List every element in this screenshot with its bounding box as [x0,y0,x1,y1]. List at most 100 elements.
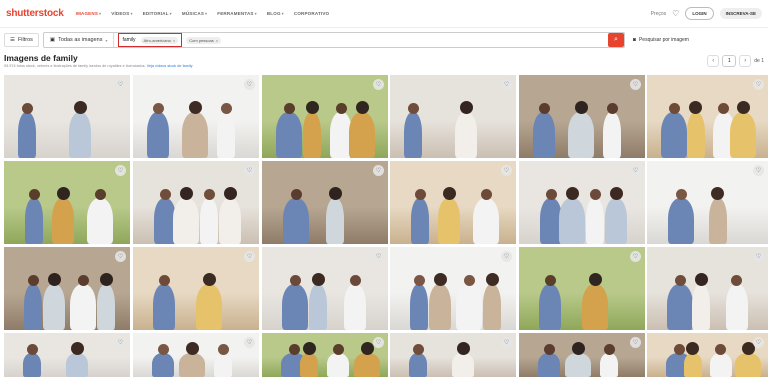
favorite-heart-icon[interactable]: ♡ [373,79,384,90]
image-result-tile[interactable]: ♡ [390,75,516,158]
chevron-right-icon: › [744,58,747,64]
favorite-heart-icon[interactable]: ♡ [753,251,764,262]
image-result-tile[interactable]: ♡ [519,333,645,377]
nav-blog-label: BLOG [266,11,281,16]
photo-figure [568,112,594,158]
image-result-tile[interactable]: ♡ [390,333,516,377]
favorite-heart-icon[interactable]: ♡ [244,251,255,262]
favorite-heart-icon[interactable]: ♡ [244,337,255,348]
nav-editorial[interactable]: EDITORIAL ▾ [143,11,172,16]
close-icon[interactable]: × [173,38,175,43]
photo-figure [582,284,608,330]
photo-figure [709,352,732,377]
photo-figure-head [694,273,708,287]
photo-figure-head [603,343,615,355]
image-result-tile[interactable]: ♡ [133,247,259,330]
filters-button[interactable]: ☰ Filtros [4,33,39,47]
favorite-heart-icon[interactable]: ♡ [373,337,384,348]
image-result-tile[interactable]: ♡ [647,161,768,244]
image-result-tile[interactable]: ♡ [519,75,645,158]
nav-music[interactable]: MÚSICAS ▾ [182,11,207,16]
photo-figure [539,284,561,330]
pricing-link[interactable]: Preços [651,11,667,17]
image-type-dropdown[interactable]: ▣ Todas as imagens ▾ [44,33,115,47]
photo-figure-head [185,341,199,355]
favorite-heart-icon[interactable]: ♡ [753,79,764,90]
next-page-button[interactable]: › [739,55,752,67]
photo-figure-head [675,189,687,201]
image-result-tile[interactable]: ♡ [647,75,768,158]
nav-images[interactable]: IMAGENS ▾ [76,11,102,16]
favorite-heart-icon[interactable]: ♡ [373,165,384,176]
image-result-tile[interactable]: ♡ [647,333,768,377]
image-result-tile[interactable]: ♡ [262,75,388,158]
image-result-tile[interactable]: ♡ [390,161,516,244]
favorite-heart-icon[interactable]: ♡ [115,79,126,90]
photo-figure [69,112,91,158]
favorite-heart-icon[interactable]: ♡ [501,79,512,90]
image-result-tile[interactable]: ♡ [4,161,130,244]
photo-figure-head [288,343,300,355]
image-result-tile[interactable]: ♡ [4,75,130,158]
prev-page-button[interactable]: ‹ [707,55,720,67]
photo-figure [97,284,115,330]
image-result-tile[interactable]: ♡ [133,75,259,158]
photo-figure-head [463,275,475,287]
photo-figure [538,352,560,377]
image-result-tile[interactable]: ♡ [133,161,259,244]
favorite-heart-icon[interactable]: ♡ [501,251,512,262]
image-result-tile[interactable]: ♡ [262,161,388,244]
favorite-heart-icon[interactable]: ♡ [115,165,126,176]
nav-videos[interactable]: VÍDEOS ▾ [111,11,132,16]
image-result-tile[interactable]: ♡ [4,247,130,330]
photo-figure-head [606,103,618,115]
image-result-tile[interactable]: ♡ [519,247,645,330]
favorite-heart-icon[interactable]: ♡ [501,337,512,348]
favorite-heart-icon[interactable]: ♡ [753,165,764,176]
favorite-heart-icon[interactable]: ♡ [115,337,126,348]
image-result-tile[interactable]: ♡ [133,333,259,377]
login-button[interactable]: LOGIN [685,7,714,20]
image-result-tile[interactable]: ♡ [647,247,768,330]
photo-figure-head [73,101,87,115]
image-result-tile[interactable]: ♡ [519,161,645,244]
photo-figure [173,198,199,244]
photo-figure-head [332,343,344,355]
search-button[interactable]: ⌕ [607,33,624,47]
photo-figure [429,284,451,330]
photo-figure [411,198,429,244]
shutterstock-logo[interactable]: shutterstock [6,8,64,19]
search-by-image-button[interactable]: ◙ Pesquisar por imagem [633,37,689,43]
stock-videos-link[interactable]: Veja vídeos stock de family [147,64,193,68]
image-result-tile[interactable]: ♡ [262,247,388,330]
nav-tools[interactable]: FERRAMENTAS ▾ [217,11,257,16]
nav-blog[interactable]: BLOG ▾ [267,11,284,16]
favorite-heart-icon[interactable]: ♡ [630,79,641,90]
photo-figure-head [21,103,33,115]
favorite-heart-icon[interactable]: ♡ [373,251,384,262]
photo-figure [344,284,366,330]
photo-figure-head [70,341,84,355]
favorite-heart-icon[interactable]: ♡ [501,165,512,176]
image-result-tile[interactable]: ♡ [4,333,130,377]
page-number-input[interactable]: 1 [722,55,737,67]
favorite-heart-icon[interactable]: ♡ [244,165,255,176]
photo-figure [43,284,65,330]
favorite-heart-icon[interactable]: ♡ [753,337,764,348]
image-result-tile[interactable]: ♡ [390,247,516,330]
favorite-heart-icon[interactable]: ♡ [630,337,641,348]
favorite-heart-icon[interactable]: ♡ [244,79,255,90]
search-query-text[interactable]: family [122,37,135,43]
favorites-heart-icon[interactable]: ♡ [672,9,679,18]
close-icon[interactable]: × [216,38,218,43]
favorite-heart-icon[interactable]: ♡ [630,165,641,176]
filter-chip-with-people[interactable]: Com pessoas × [186,36,222,44]
favorite-heart-icon[interactable]: ♡ [630,251,641,262]
nav-corporate[interactable]: CORPORATIVO [294,11,329,16]
signup-button[interactable]: INSCREVA-SE [719,8,762,19]
filter-chip-afro-american[interactable]: Afro-americano × [140,36,179,44]
photo-figure-head [715,343,726,355]
photo-figure-head [588,273,602,287]
image-result-tile[interactable]: ♡ [262,333,388,377]
favorite-heart-icon[interactable]: ♡ [115,251,126,262]
